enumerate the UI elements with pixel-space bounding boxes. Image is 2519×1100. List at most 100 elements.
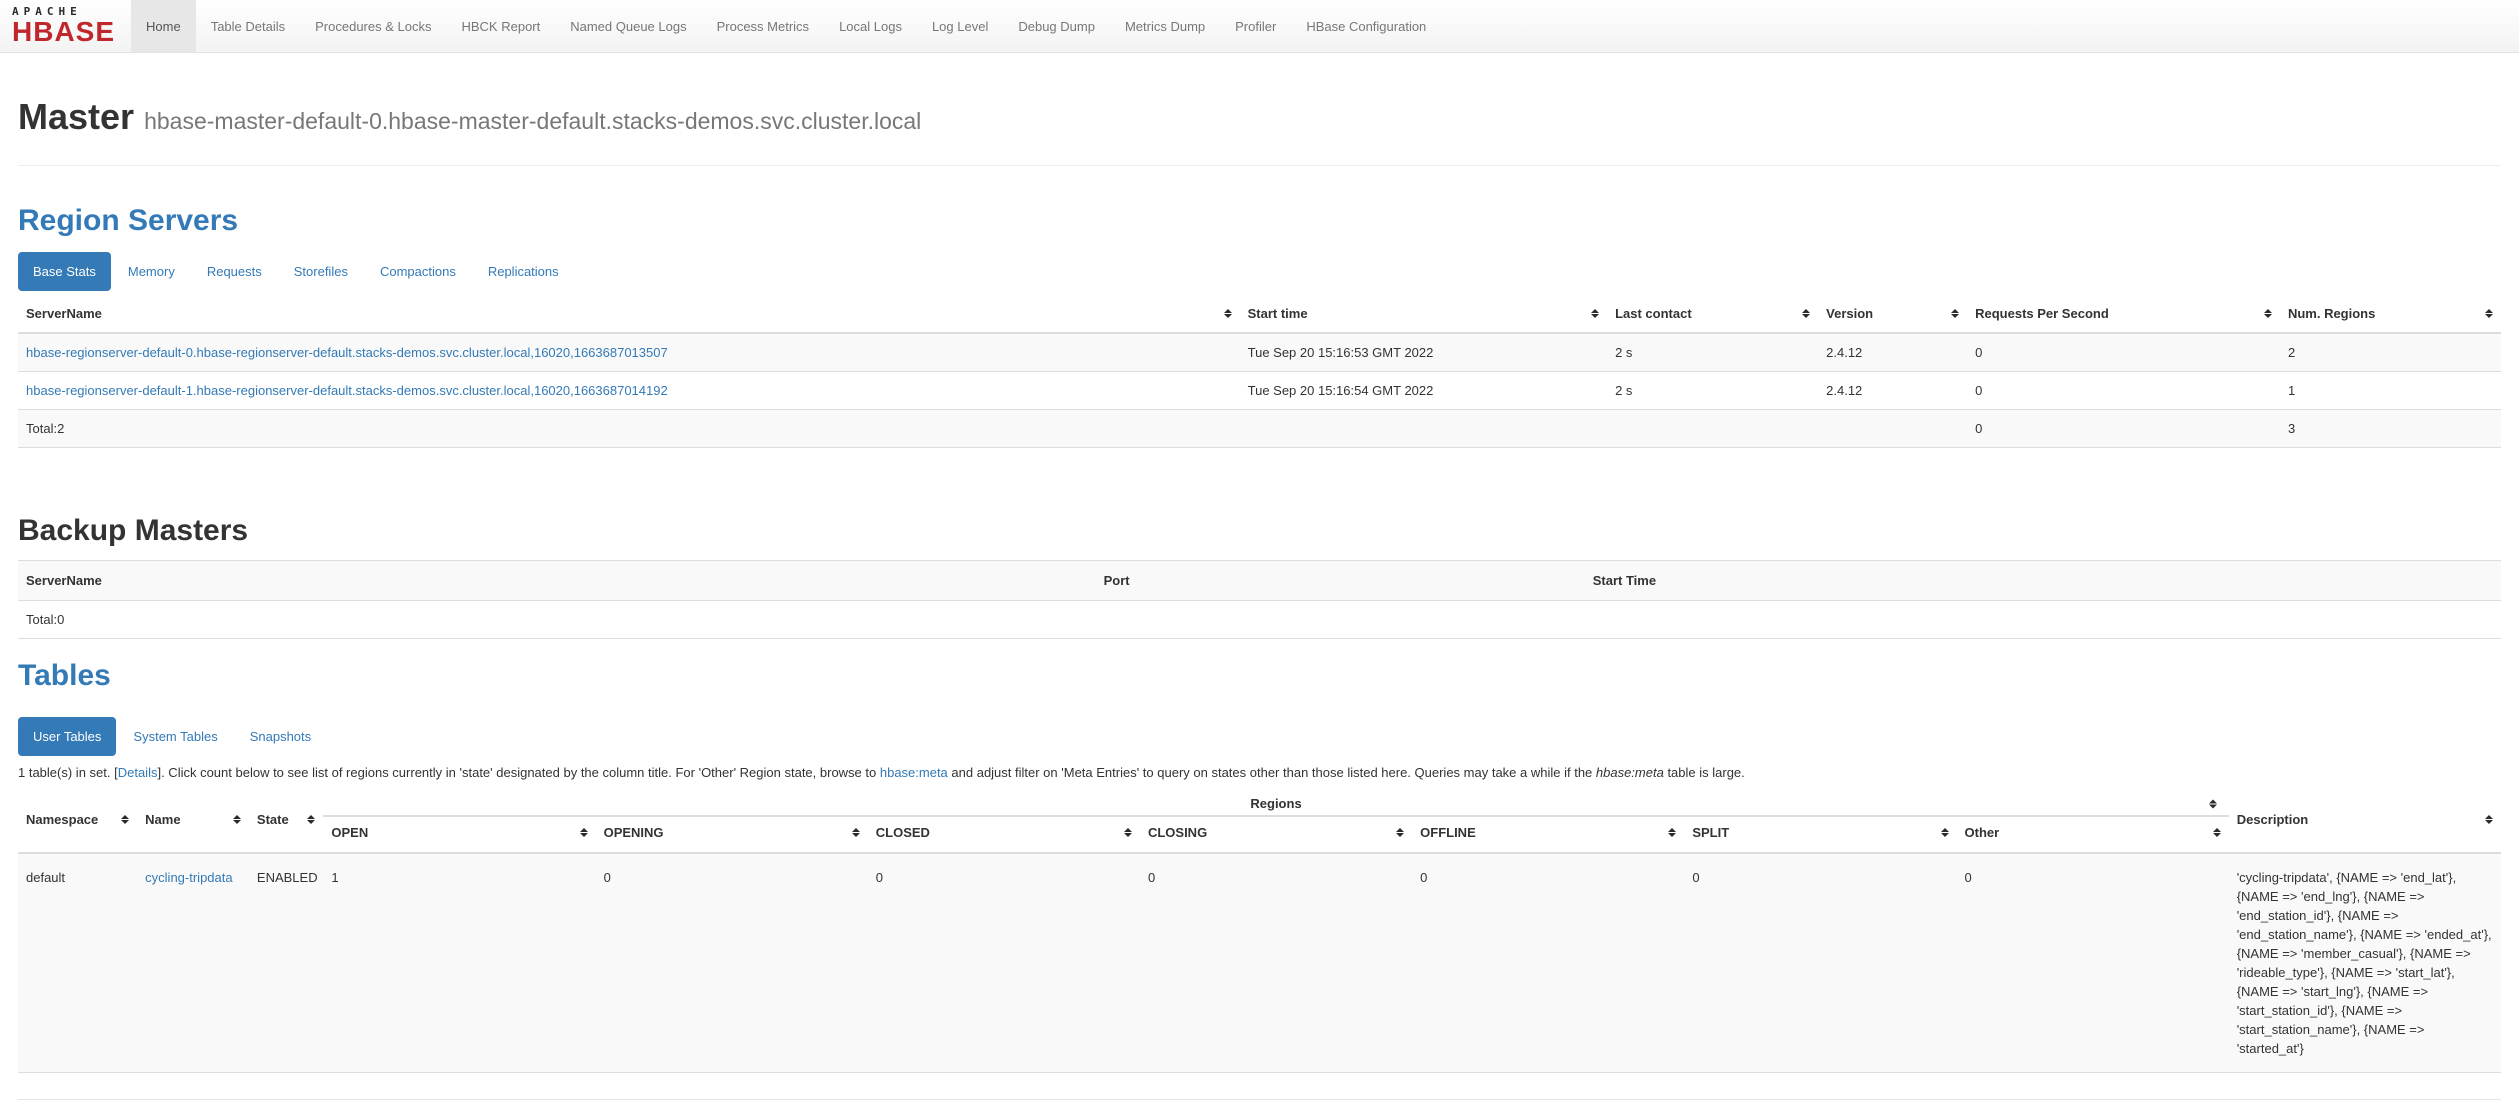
nav-item-named-queue-logs[interactable]: Named Queue Logs <box>555 0 701 52</box>
column-header-servername[interactable]: ServerName <box>18 299 1240 333</box>
sort-icon <box>2209 799 2217 808</box>
nav-item-table-details[interactable]: Table Details <box>196 0 300 52</box>
master-hostname: hbase-master-default-0.hbase-master-defa… <box>144 108 921 134</box>
nav-item-procedures-locks[interactable]: Procedures & Locks <box>300 0 446 52</box>
column-header-version[interactable]: Version <box>1818 299 1967 333</box>
tab-base-stats[interactable]: Base Stats <box>18 252 111 291</box>
cell-closed-count[interactable]: 0 <box>868 853 1140 1073</box>
sort-icon <box>2264 309 2272 318</box>
tables-tabs: User Tables System Tables Snapshots <box>18 717 2501 756</box>
details-link[interactable]: Details <box>118 765 158 780</box>
nav-item-log-level[interactable]: Log Level <box>917 0 1003 52</box>
tab-storefiles[interactable]: Storefiles <box>279 252 363 291</box>
tab-user-tables[interactable]: User Tables <box>18 717 116 756</box>
column-header-start-time[interactable]: Start time <box>1240 299 1607 333</box>
nav-item-local-logs[interactable]: Local Logs <box>824 0 917 52</box>
page-title: Master hbase-master-default-0.hbase-mast… <box>18 99 2501 139</box>
column-header-opening[interactable]: OPENING <box>596 816 868 853</box>
sort-icon <box>1396 828 1404 837</box>
tab-memory[interactable]: Memory <box>113 252 190 291</box>
column-header-regions-group[interactable]: Regions <box>323 790 2228 816</box>
cell-split-count[interactable]: 0 <box>1684 853 1956 1073</box>
cell-requests-per-second: 0 <box>1967 333 2280 372</box>
cell-start-time: Tue Sep 20 15:16:54 GMT 2022 <box>1240 372 1607 410</box>
cell-closing-count[interactable]: 0 <box>1140 853 1412 1073</box>
sort-icon <box>2485 309 2493 318</box>
cell-offline-count[interactable]: 0 <box>1412 853 1684 1073</box>
nav-item-hbck-report[interactable]: HBCK Report <box>446 0 555 52</box>
total-row: Total:2 0 3 <box>18 410 2501 448</box>
tab-requests[interactable]: Requests <box>192 252 277 291</box>
region-servers-table: ServerName Start time Last contact Versi… <box>18 299 2501 448</box>
region-servers-heading[interactable]: Region Servers <box>18 202 2501 240</box>
regionserver-link[interactable]: hbase-regionserver-default-0.hbase-regio… <box>26 345 668 360</box>
sort-icon <box>852 828 860 837</box>
column-header-description[interactable]: Description <box>2229 790 2501 853</box>
backup-masters-header-row: ServerName Port Start Time <box>18 561 2501 601</box>
total-row: Total:0 <box>18 601 2501 639</box>
main-content: Master hbase-master-default-0.hbase-mast… <box>0 99 2519 1100</box>
tab-snapshots[interactable]: Snapshots <box>235 717 326 756</box>
total-label: Total:2 <box>18 410 1240 448</box>
nav-item-process-metrics[interactable]: Process Metrics <box>702 0 824 52</box>
master-title: Master <box>18 96 134 137</box>
cell-opening-count[interactable]: 0 <box>596 853 868 1073</box>
sort-icon <box>580 828 588 837</box>
header-divider <box>18 165 2501 166</box>
regionserver-link[interactable]: hbase-regionserver-default-1.hbase-regio… <box>26 383 668 398</box>
cell-namespace: default <box>18 853 137 1073</box>
logo-hbase-text: HBASE <box>12 18 115 46</box>
sort-icon <box>1224 309 1232 318</box>
navbar-menu: Home Table Details Procedures & Locks HB… <box>131 0 1441 52</box>
cell-other-count[interactable]: 0 <box>1957 853 2229 1073</box>
column-header-requests-per-second[interactable]: Requests Per Second <box>1967 299 2280 333</box>
column-header-namespace[interactable]: Namespace <box>18 790 137 853</box>
sort-icon <box>233 815 241 824</box>
column-header-split[interactable]: SPLIT <box>1684 816 1956 853</box>
cell-start-time: Tue Sep 20 15:16:53 GMT 2022 <box>1240 333 1607 372</box>
column-header-closed[interactable]: CLOSED <box>868 816 1140 853</box>
tables-heading[interactable]: Tables <box>18 657 2501 695</box>
sort-icon <box>121 815 129 824</box>
total-num-regions: 3 <box>2280 410 2501 448</box>
cell-num-regions: 2 <box>2280 333 2501 372</box>
cell-version: 2.4.12 <box>1818 372 1967 410</box>
nav-item-hbase-configuration[interactable]: HBase Configuration <box>1291 0 1441 52</box>
sort-icon <box>1591 309 1599 318</box>
cell-state: ENABLED <box>249 853 323 1073</box>
region-servers-tabs: Base Stats Memory Requests Storefiles Co… <box>18 252 2501 291</box>
nav-item-metrics-dump[interactable]: Metrics Dump <box>1110 0 1220 52</box>
column-header-last-contact[interactable]: Last contact <box>1607 299 1818 333</box>
column-header-open[interactable]: OPEN <box>323 816 595 853</box>
column-header-num-regions[interactable]: Num. Regions <box>2280 299 2501 333</box>
tab-compactions[interactable]: Compactions <box>365 252 471 291</box>
cell-open-count[interactable]: 1 <box>323 853 595 1073</box>
backup-masters-table: ServerName Port Start Time Total:0 <box>18 560 2501 639</box>
total-label: Total:0 <box>18 601 1096 639</box>
cell-last-contact: 2 s <box>1607 333 1818 372</box>
nav-item-home[interactable]: Home <box>131 0 196 52</box>
column-header-state[interactable]: State <box>249 790 323 853</box>
sort-icon <box>1951 309 1959 318</box>
nav-item-profiler[interactable]: Profiler <box>1220 0 1291 52</box>
sort-icon <box>1668 828 1676 837</box>
table-row: hbase-regionserver-default-0.hbase-regio… <box>18 333 2501 372</box>
column-header-offline[interactable]: OFFLINE <box>1412 816 1684 853</box>
total-requests-per-second: 0 <box>1967 410 2280 448</box>
column-header-start-time: Start Time <box>1585 561 2501 601</box>
tab-replications[interactable]: Replications <box>473 252 574 291</box>
column-header-closing[interactable]: CLOSING <box>1140 816 1412 853</box>
hbase-meta-link[interactable]: hbase:meta <box>880 765 948 780</box>
tab-system-tables[interactable]: System Tables <box>118 717 232 756</box>
hbase-meta-italic: hbase:meta <box>1596 765 1664 780</box>
sort-icon <box>2485 815 2493 824</box>
table-row: default cycling-tripdata ENABLED 1 0 0 0… <box>18 853 2501 1073</box>
sort-icon <box>1802 309 1810 318</box>
user-tables-table: Namespace Name State Regions Descrip <box>18 790 2501 1073</box>
column-header-other[interactable]: Other <box>1957 816 2229 853</box>
nav-item-debug-dump[interactable]: Debug Dump <box>1003 0 1110 52</box>
hbase-logo[interactable]: APACHE HBASE <box>0 0 131 52</box>
column-header-name[interactable]: Name <box>137 790 249 853</box>
sort-icon <box>1124 828 1132 837</box>
table-name-link[interactable]: cycling-tripdata <box>145 870 232 885</box>
